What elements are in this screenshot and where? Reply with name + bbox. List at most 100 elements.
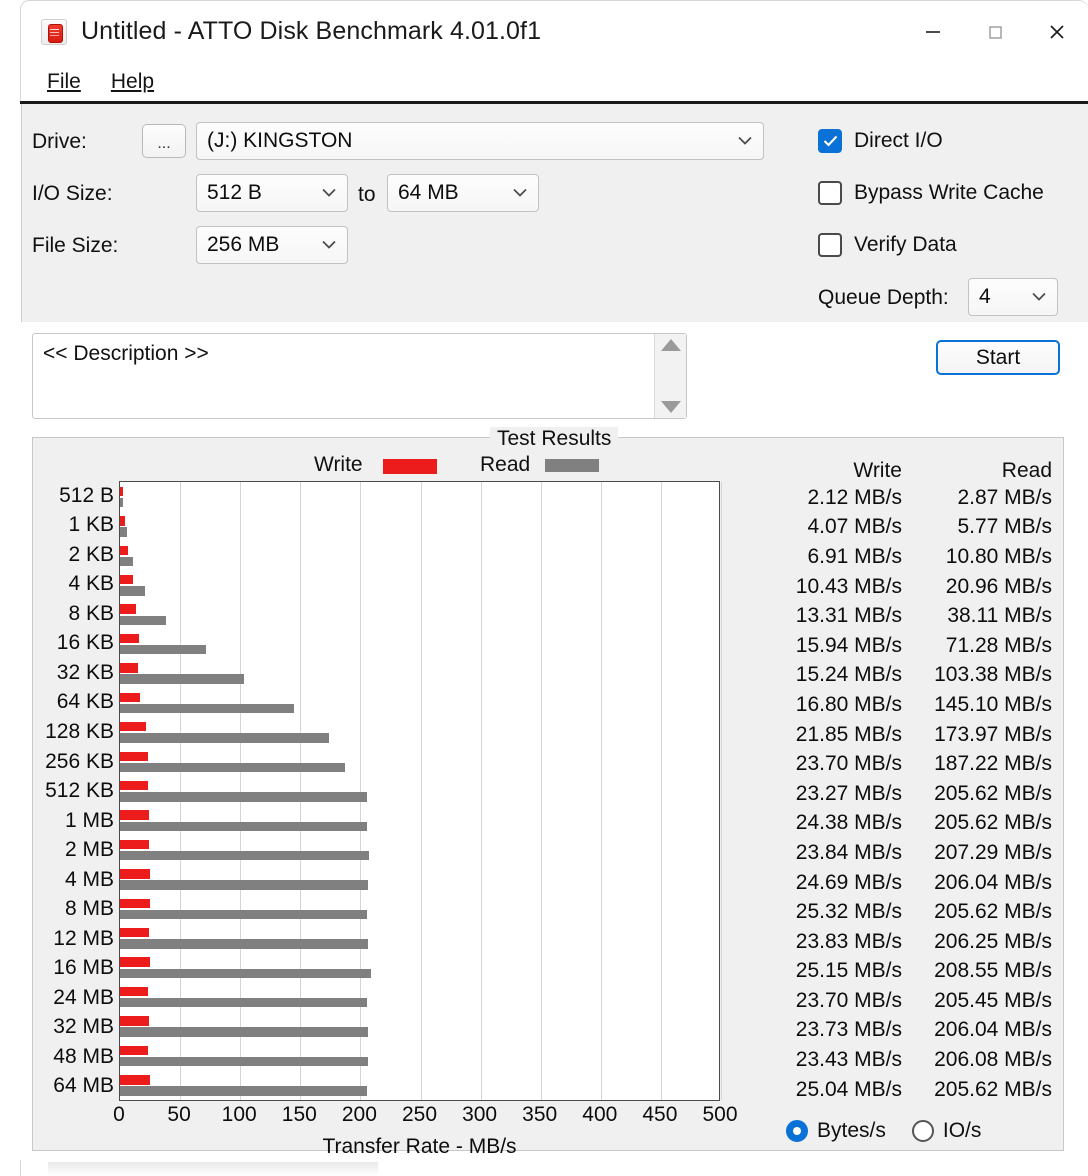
read-bar (120, 615, 166, 625)
write-bar (120, 633, 140, 644)
table-row: 2.12 MB/s 2.87 MB/s (772, 483, 1052, 513)
menu-help[interactable]: Help (111, 70, 154, 94)
legend-write-label: Write (314, 453, 363, 476)
write-value: 15.24 MB/s (795, 663, 902, 687)
radio-io-per-sec[interactable]: IO/s (911, 1119, 981, 1143)
radio-bytes-per-sec[interactable]: Bytes/s (786, 1119, 886, 1143)
read-value: 205.62 MB/s (934, 781, 1052, 805)
write-value: 24.69 MB/s (795, 870, 902, 894)
chart-x-tick-label: 0 (113, 1103, 125, 1126)
write-bar (120, 663, 139, 673)
io-size-max-value: 64 MB (398, 181, 459, 204)
write-bar (120, 751, 149, 761)
maximize-button[interactable] (964, 1, 1026, 63)
chart-x-tick-label: 500 (702, 1103, 738, 1126)
radio-selected-icon (786, 1120, 808, 1142)
read-bar (120, 497, 124, 508)
write-bar (120, 869, 150, 879)
read-value: 187.22 MB/s (934, 752, 1052, 776)
io-size-min-value: 512 B (207, 181, 262, 204)
write-value: 15.94 MB/s (795, 633, 902, 657)
table-row: 21.85 MB/s 173.97 MB/s (772, 720, 1052, 750)
write-bar (120, 722, 147, 732)
chart-x-tick-label: 150 (281, 1103, 317, 1126)
chart-row (120, 600, 719, 629)
table-row: 25.32 MB/s 205.62 MB/s (772, 897, 1052, 927)
write-bar (120, 1016, 149, 1026)
chart-x-axis-title: Transfer Rate - MB/s (322, 1135, 517, 1158)
chart-y-tick-label: 32 MB (53, 1015, 114, 1039)
minimize-button[interactable] (902, 1, 964, 63)
file-size-label: File Size: (32, 234, 119, 257)
window-controls (902, 1, 1088, 63)
bypass-write-cache-checkbox[interactable]: Bypass Write Cache (818, 181, 1044, 205)
chart-x-tick-label: 350 (522, 1103, 558, 1126)
read-value: 206.04 MB/s (934, 1018, 1052, 1042)
write-value: 23.70 MB/s (795, 988, 902, 1012)
write-value: 6.91 MB/s (807, 544, 902, 568)
atto-disk-benchmark-window: Untitled - ATTO Disk Benchmark 4.01.0f1 … (0, 0, 1088, 1176)
menu-file[interactable]: File (47, 70, 81, 94)
checkbox-unchecked-icon (818, 233, 842, 257)
chart-y-tick-label: 4 MB (64, 867, 114, 891)
write-value: 25.32 MB/s (795, 900, 902, 924)
chart-x-tick-label: 200 (341, 1103, 377, 1126)
window-shadow (48, 1162, 378, 1176)
write-bar (120, 839, 149, 850)
description-box[interactable]: << Description >> (32, 333, 687, 419)
scroll-up-icon[interactable] (660, 339, 681, 351)
file-size-value: 256 MB (207, 233, 280, 256)
write-value: 4.07 MB/s (807, 515, 902, 539)
chart-row (120, 717, 719, 746)
file-size-select[interactable]: 256 MB (196, 226, 348, 264)
chart-x-tick-label: 250 (401, 1103, 438, 1126)
chart-y-tick-label: 512 KB (45, 779, 114, 803)
table-row: 24.38 MB/s 205.62 MB/s (772, 809, 1052, 839)
table-row: 23.83 MB/s 206.25 MB/s (772, 927, 1052, 957)
table-row: 4.07 MB/s 5.77 MB/s (772, 513, 1052, 543)
read-value: 103.38 MB/s (934, 663, 1052, 687)
chart-row (120, 1070, 719, 1099)
read-value: 38.11 MB/s (947, 604, 1052, 628)
write-value: 25.04 MB/s (795, 1077, 902, 1101)
chart-row (120, 482, 719, 511)
chart-row (120, 894, 719, 923)
chart-y-tick-label: 1 MB (64, 808, 114, 832)
io-size-label: I/O Size: (32, 182, 113, 205)
read-bar (120, 792, 368, 802)
disk-icon (41, 18, 67, 45)
io-size-min-select[interactable]: 512 B (196, 174, 348, 212)
table-row: 13.31 MB/s 38.11 MB/s (772, 601, 1052, 631)
chart-x-axis-ticks: 0 50 100 150 200 250 300 350 400 450 500 (113, 1103, 737, 1133)
write-bar (120, 692, 141, 703)
chart-y-tick-label: 64 KB (56, 690, 114, 714)
legend-read-swatch (545, 459, 599, 472)
browse-drive-button[interactable]: ... (142, 124, 186, 158)
io-size-max-select[interactable]: 64 MB (387, 174, 539, 212)
read-bar (120, 880, 368, 890)
queue-depth-select[interactable]: 4 (968, 278, 1058, 316)
write-value: 23.43 MB/s (795, 1048, 902, 1072)
chart-row (120, 806, 719, 835)
menu-help-label: Help (110, 70, 155, 93)
write-bar (120, 486, 123, 497)
description-text[interactable]: << Description >> (33, 334, 654, 418)
write-bar (120, 928, 149, 938)
write-value: 21.85 MB/s (795, 722, 902, 746)
direct-io-checkbox[interactable]: Direct I/O (818, 129, 943, 153)
legend-read-label: Read (480, 453, 531, 476)
read-bar (120, 586, 146, 596)
chart-y-tick-label: 48 MB (53, 1044, 114, 1068)
results-value-table: Write Read 2.12 MB/s 2.87 MB/s 4.07 MB/s 5.… (772, 459, 1052, 1104)
close-button[interactable] (1026, 1, 1088, 63)
description-scrollbar[interactable] (654, 334, 686, 418)
write-value: 10.43 MB/s (795, 574, 902, 598)
chart-y-tick-label: 16 MB (53, 956, 114, 980)
write-bar (120, 574, 133, 585)
chevron-down-icon (738, 136, 752, 146)
start-button[interactable]: Start (936, 340, 1060, 375)
drive-select[interactable]: (J:) KINGSTON (196, 122, 764, 160)
scroll-down-icon[interactable] (660, 401, 681, 413)
write-bar (120, 898, 151, 909)
verify-data-checkbox[interactable]: Verify Data (818, 233, 957, 257)
